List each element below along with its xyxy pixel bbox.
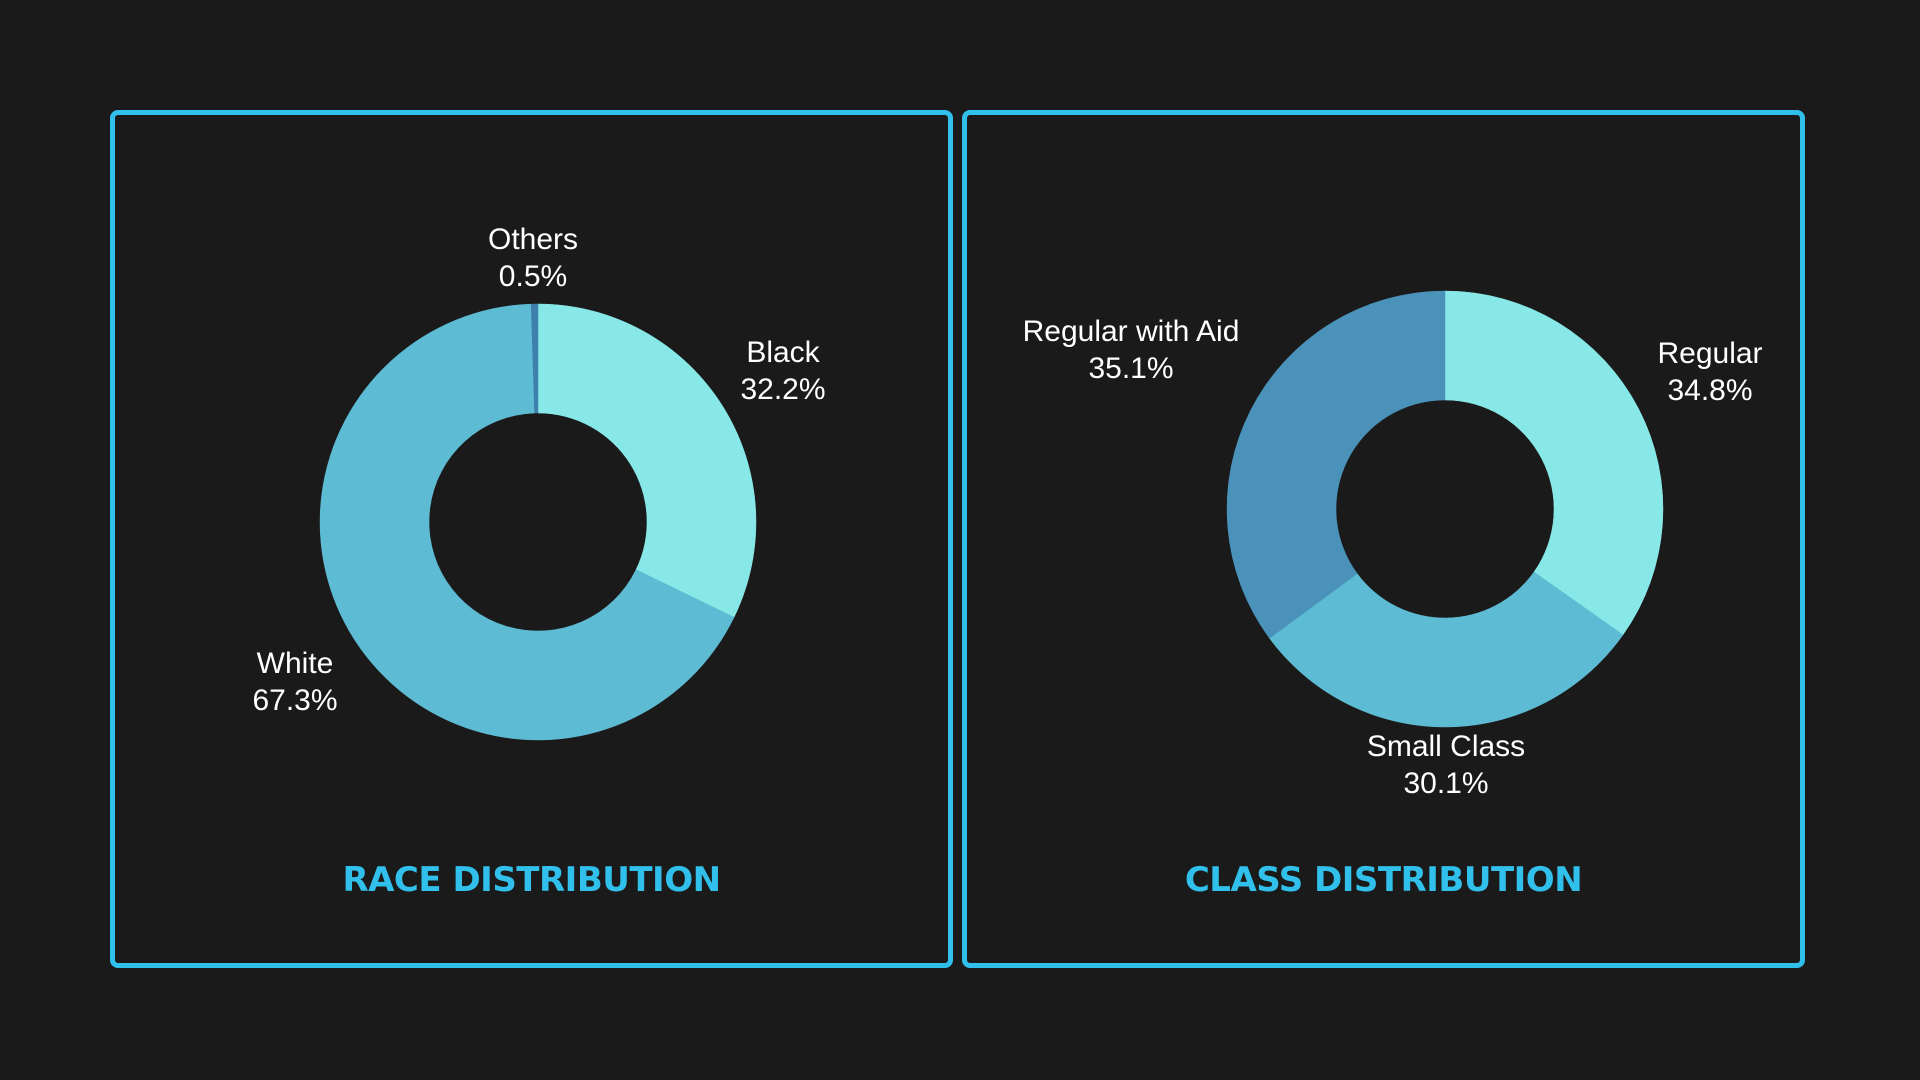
class-distribution-panel: Regular 34.8% Small Class 30.1% Regular with… bbox=[962, 110, 1805, 968]
slice-value-regular-with-aid: 35.1% bbox=[1088, 352, 1173, 385]
dashboard-page: Black 32.2% White 67.3% Others 0.5% RACE DIST… bbox=[0, 0, 1920, 1080]
slice-label-others: Others bbox=[488, 223, 578, 256]
slice-value-others: 0.5% bbox=[499, 260, 567, 293]
slice-label-regular-with-aid: Regular with Aid bbox=[1023, 315, 1240, 348]
race-donut-chart: Black 32.2% White 67.3% Others 0.5% bbox=[252, 223, 826, 741]
slice-label-white: White bbox=[257, 647, 334, 680]
donut-slice-black bbox=[537, 303, 757, 618]
donut-slice-regular bbox=[1444, 290, 1664, 636]
slice-value-white: 67.3% bbox=[252, 684, 337, 717]
donut-slice-regular-with-aid bbox=[1226, 290, 1446, 639]
class-donut-chart: Regular 34.8% Small Class 30.1% Regular with… bbox=[1023, 290, 1763, 800]
slice-label-black: Black bbox=[746, 336, 820, 369]
slice-value-regular: 34.8% bbox=[1667, 374, 1752, 407]
race-chart-title: RACE DISTRIBUTION bbox=[342, 860, 721, 900]
class-chart-title: CLASS DISTRIBUTION bbox=[1184, 860, 1583, 900]
race-distribution-panel: Black 32.2% White 67.3% Others 0.5% RACE DIST… bbox=[110, 110, 953, 968]
slice-label-small-class: Small Class bbox=[1367, 730, 1525, 763]
slice-label-regular: Regular bbox=[1657, 337, 1762, 370]
slice-value-small-class: 30.1% bbox=[1403, 767, 1488, 800]
slice-value-black: 32.2% bbox=[740, 373, 825, 406]
